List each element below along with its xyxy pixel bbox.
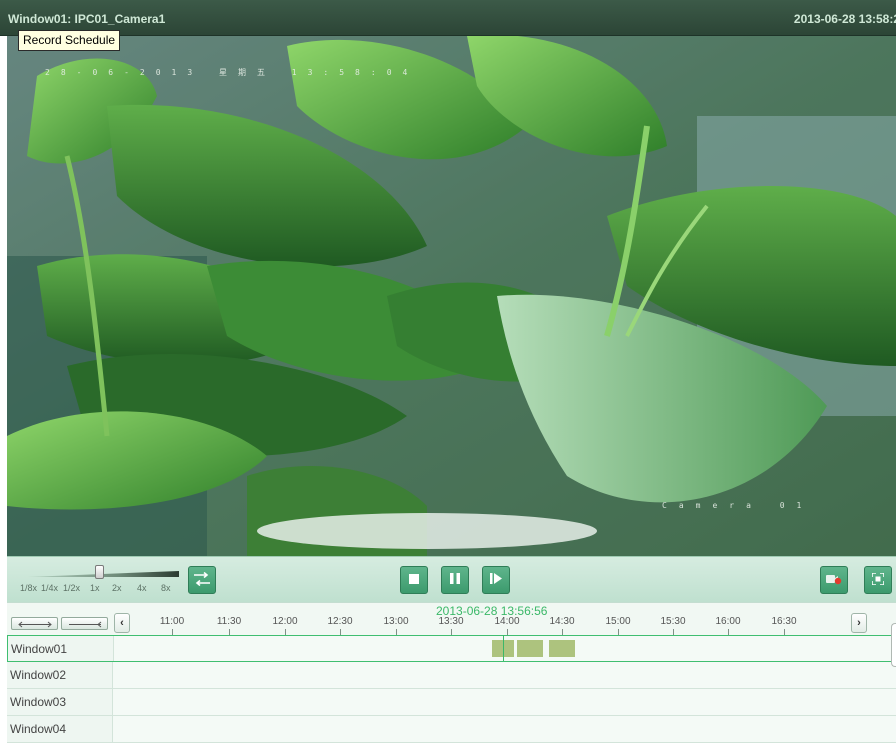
playback-panel: Window01: IPC01_Camera1 2013-06-28 13:58… <box>0 0 896 743</box>
timeline-cursor-time: 2013-06-28 13:56:56 <box>436 604 548 618</box>
timeline-next-button[interactable]: › <box>851 613 867 633</box>
switch-arrows-icon <box>193 571 211 589</box>
record-segment[interactable] <box>549 640 575 657</box>
shrink-horizontal-icon <box>68 617 102 631</box>
stop-button[interactable] <box>400 566 428 594</box>
speed-label: 4x <box>137 583 147 593</box>
timeline-panel: ‹ 11:00 11:30 12:00 12:30 13:00 13:30 14… <box>7 602 896 743</box>
row-label: Window01 <box>8 636 114 661</box>
fullscreen-button[interactable] <box>864 566 892 594</box>
chevron-left-icon: ‹ <box>120 617 124 629</box>
camera-frame-image <box>7 36 896 556</box>
tick-label: 11:30 <box>216 616 242 627</box>
fullscreen-icon <box>871 571 885 588</box>
record-schedule-tooltip: Record Schedule <box>18 30 121 51</box>
timeline-row-window03[interactable]: Window03 <box>7 689 896 716</box>
speed-label: 2x <box>112 583 122 593</box>
tick-label: 16:00 <box>715 616 741 627</box>
speed-label: 1/2x <box>63 583 81 593</box>
window-timestamp: 2013-06-28 13:58:2 <box>793 12 896 26</box>
record-clip-icon <box>826 573 842 588</box>
playback-controls: 1/8x 1/4x 1/2x 1x 2x 4x 8x <box>7 556 896 602</box>
speed-labels: 1/8x 1/4x 1/2x 1x 2x 4x 8x <box>20 583 190 597</box>
tick-label: 12:00 <box>272 616 298 627</box>
row-label: Window02 <box>7 662 113 688</box>
tick-label: 11:00 <box>159 616 185 627</box>
row-label: Window03 <box>7 689 113 715</box>
tick-label: 15:00 <box>605 616 631 627</box>
record-segment[interactable] <box>517 640 543 657</box>
speed-label: 1x <box>90 583 100 593</box>
chevron-right-icon: › <box>857 617 861 629</box>
video-view[interactable]: 28-06-2013 星期五 13:58:04 Camera 01 <box>7 36 896 556</box>
pause-button[interactable] <box>441 566 469 594</box>
expand-horizontal-icon <box>17 617 52 631</box>
tick-label: 15:30 <box>660 616 686 627</box>
window-title: Window01: IPC01_Camera1 <box>8 12 166 26</box>
timeline-scrollbar[interactable] <box>891 623 896 667</box>
stop-icon <box>409 573 419 587</box>
osd-camera-overlay: Camera 01 <box>662 501 814 510</box>
zoom-in-button[interactable] <box>11 617 58 630</box>
speed-label: 1/8x <box>20 583 38 593</box>
window-title-bar: Window01: IPC01_Camera1 2013-06-28 13:58… <box>0 0 896 36</box>
speed-slider-knob[interactable] <box>95 565 104 579</box>
speed-label: 8x <box>161 583 171 593</box>
playback-mode-button[interactable] <box>188 566 216 594</box>
step-forward-button[interactable] <box>482 566 510 594</box>
timeline-ruler[interactable]: ‹ 11:00 11:30 12:00 12:30 13:00 13:30 14… <box>7 603 896 635</box>
osd-date-overlay: 28-06-2013 星期五 13:58:04 <box>45 68 419 77</box>
speed-label: 1/4x <box>41 583 59 593</box>
timeline-prev-button[interactable]: ‹ <box>114 613 130 633</box>
tick-label: 16:30 <box>771 616 797 627</box>
row-label: Window04 <box>7 716 113 742</box>
tick-label: 13:00 <box>383 616 409 627</box>
step-forward-icon <box>490 573 502 587</box>
tick-label: 12:30 <box>327 616 353 627</box>
zoom-out-button[interactable] <box>61 617 108 630</box>
pause-icon <box>450 573 460 587</box>
timeline-row-window02[interactable]: Window02 <box>7 662 896 689</box>
timeline-row-window01[interactable]: Window01 <box>7 635 896 662</box>
timeline-playhead[interactable] <box>503 635 504 661</box>
record-clip-button[interactable] <box>820 566 848 594</box>
tick-label: 14:30 <box>549 616 575 627</box>
timeline-rows: Window01 Window02 Window03 Window04 <box>7 635 896 743</box>
timeline-row-window04[interactable]: Window04 <box>7 716 896 743</box>
